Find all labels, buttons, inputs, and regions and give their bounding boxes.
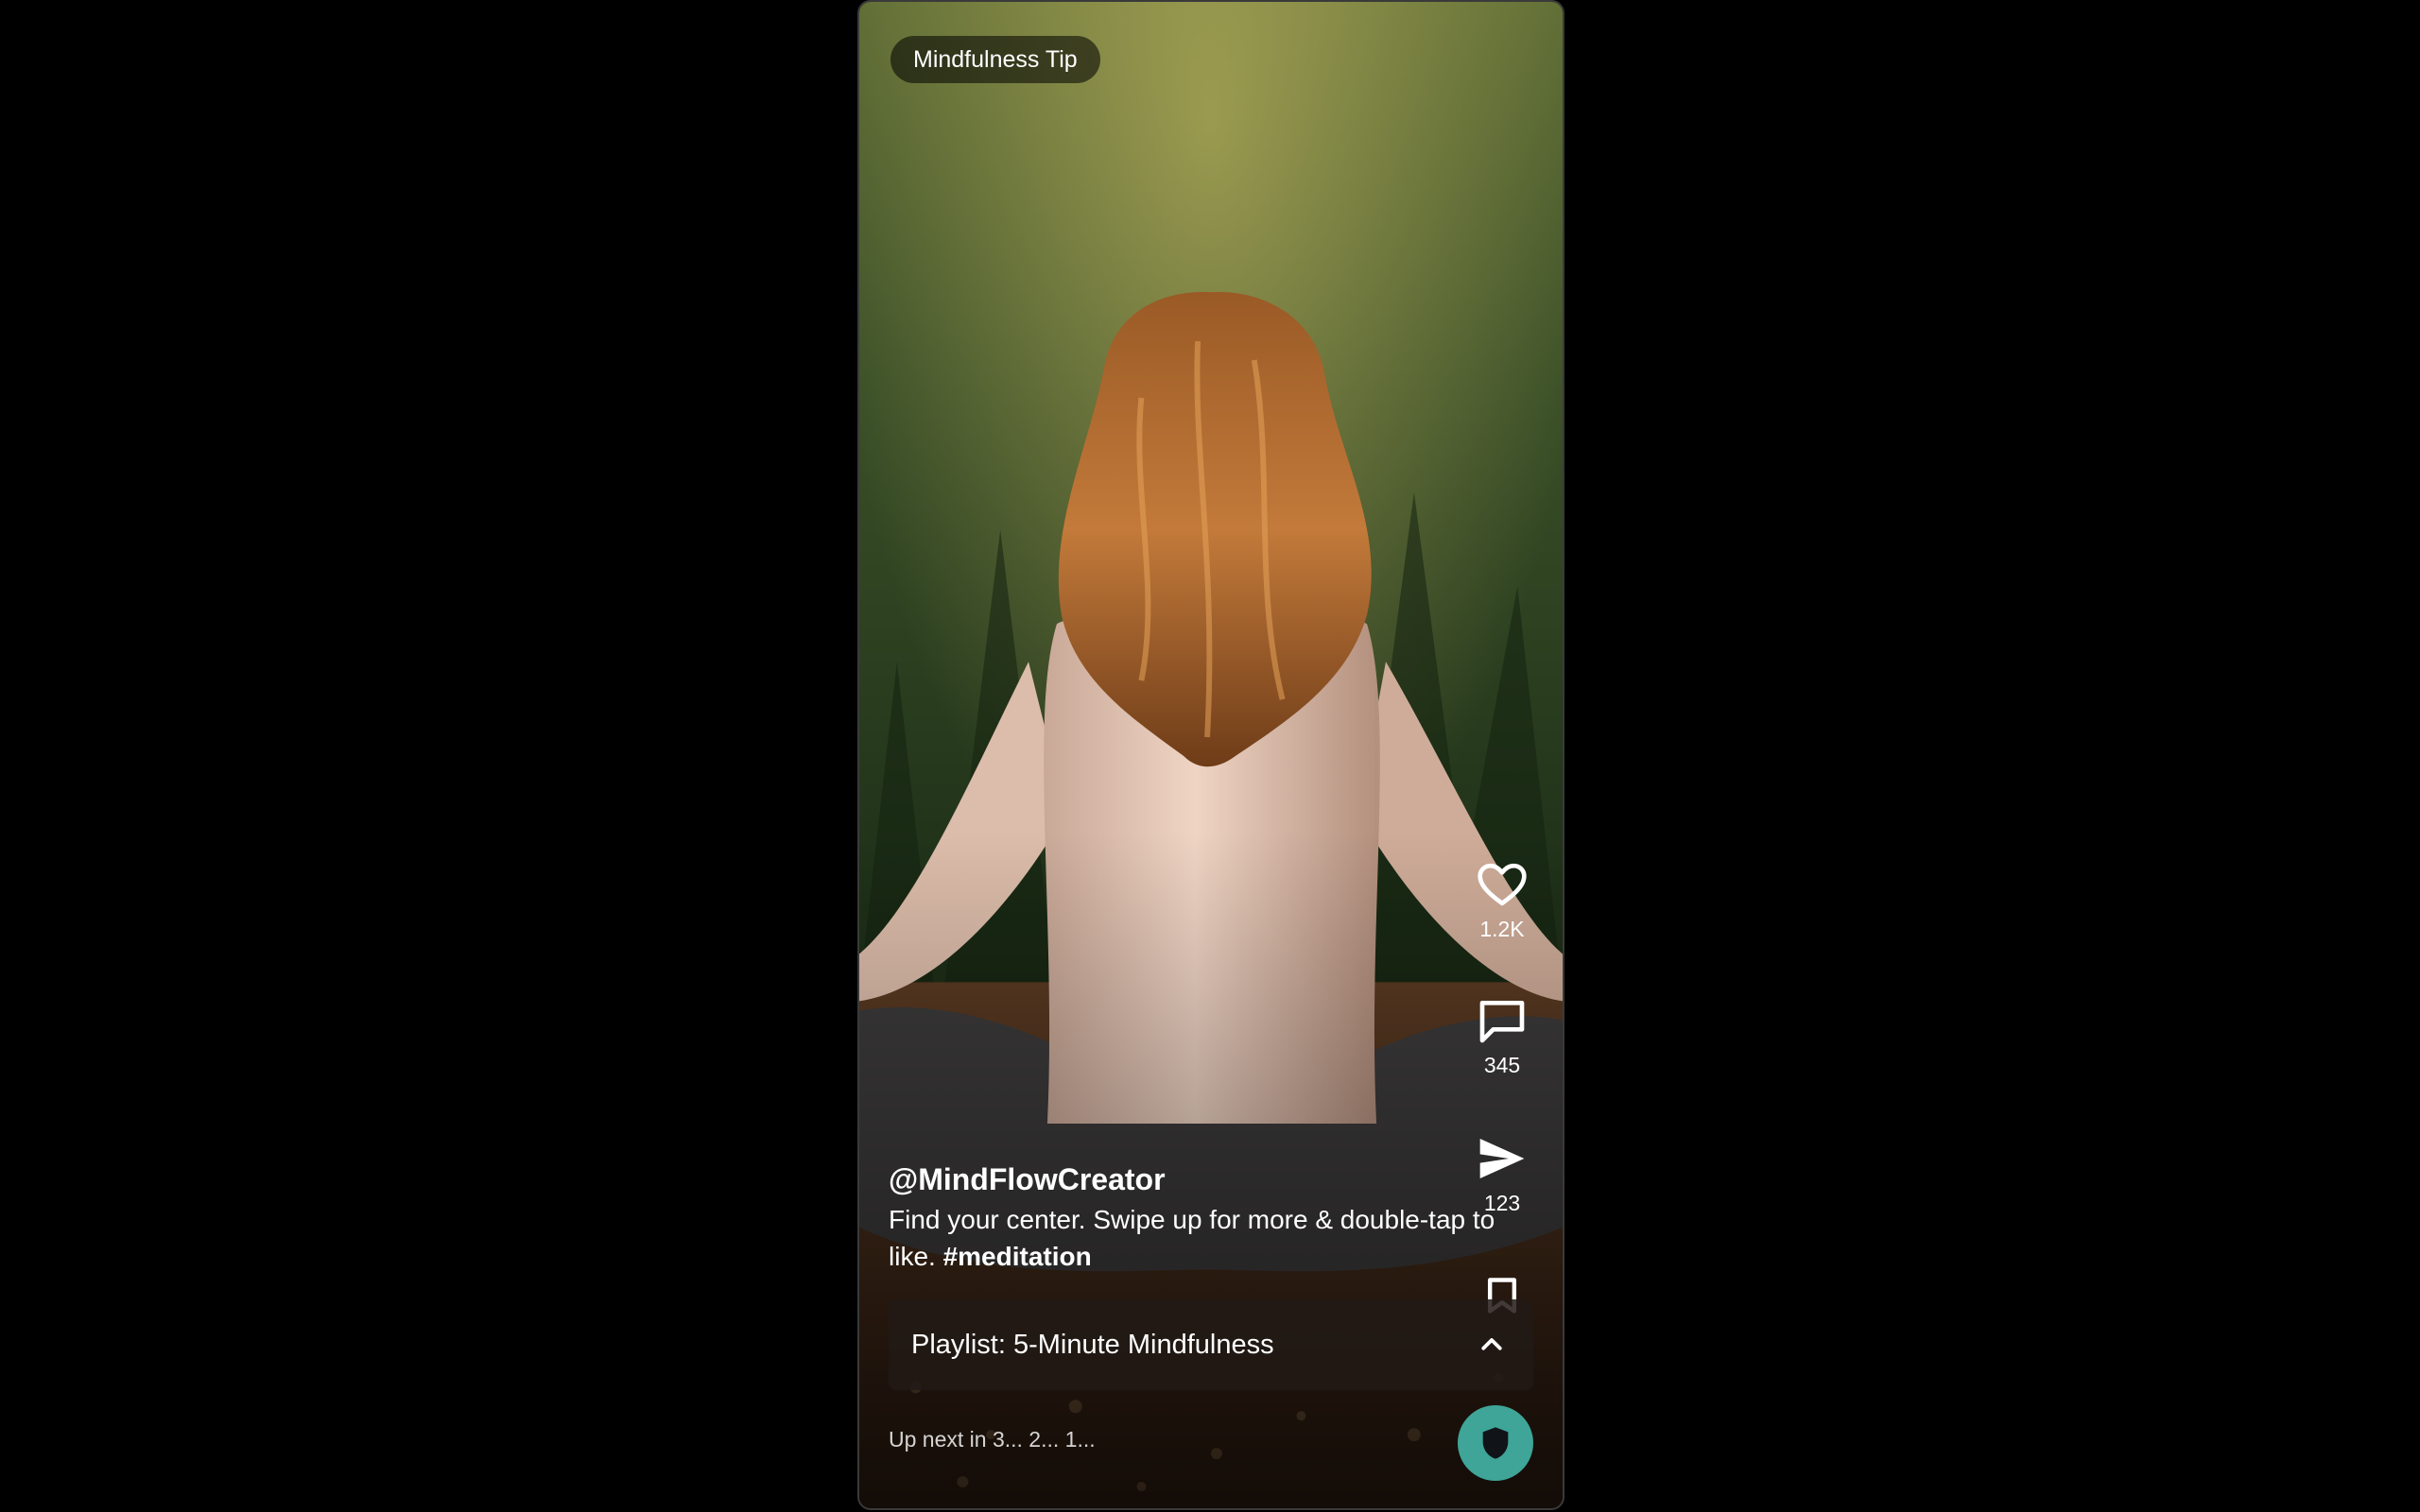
mindfulness-tip-badge: Mindfulness Tip xyxy=(890,36,1100,83)
hashtag-link[interactable]: #meditation xyxy=(943,1242,1092,1271)
expand-playlist-button[interactable] xyxy=(1473,1326,1511,1364)
safety-shield-button[interactable] xyxy=(1458,1405,1533,1481)
comment-icon xyxy=(1479,1001,1525,1043)
up-next-countdown: Up next in 3... 2... 1... xyxy=(889,1427,1096,1452)
creator-handle[interactable]: @MindFlowCreator xyxy=(889,1160,1531,1198)
shield-icon xyxy=(1482,1427,1509,1459)
like-count: 1.2K xyxy=(1479,917,1525,941)
comment-count: 345 xyxy=(1483,1053,1521,1077)
video-player[interactable]: Mindfulness Tip 1.2K 345 123 @MindFlowCr… xyxy=(857,0,1564,1510)
heart-icon xyxy=(1478,863,1527,906)
playlist-title: Playlist: 5-Minute Mindfulness xyxy=(911,1329,1274,1360)
playlist-bar[interactable]: Playlist: 5-Minute Mindfulness xyxy=(889,1299,1533,1390)
post-caption: Find your center. Swipe up for more & do… xyxy=(889,1201,1531,1275)
comment-button[interactable]: 345 xyxy=(1457,994,1547,1078)
post-info: @MindFlowCreator Find your center. Swipe… xyxy=(889,1160,1531,1275)
chevron-up-icon xyxy=(1481,1338,1502,1350)
like-button[interactable]: 1.2K xyxy=(1457,858,1547,942)
